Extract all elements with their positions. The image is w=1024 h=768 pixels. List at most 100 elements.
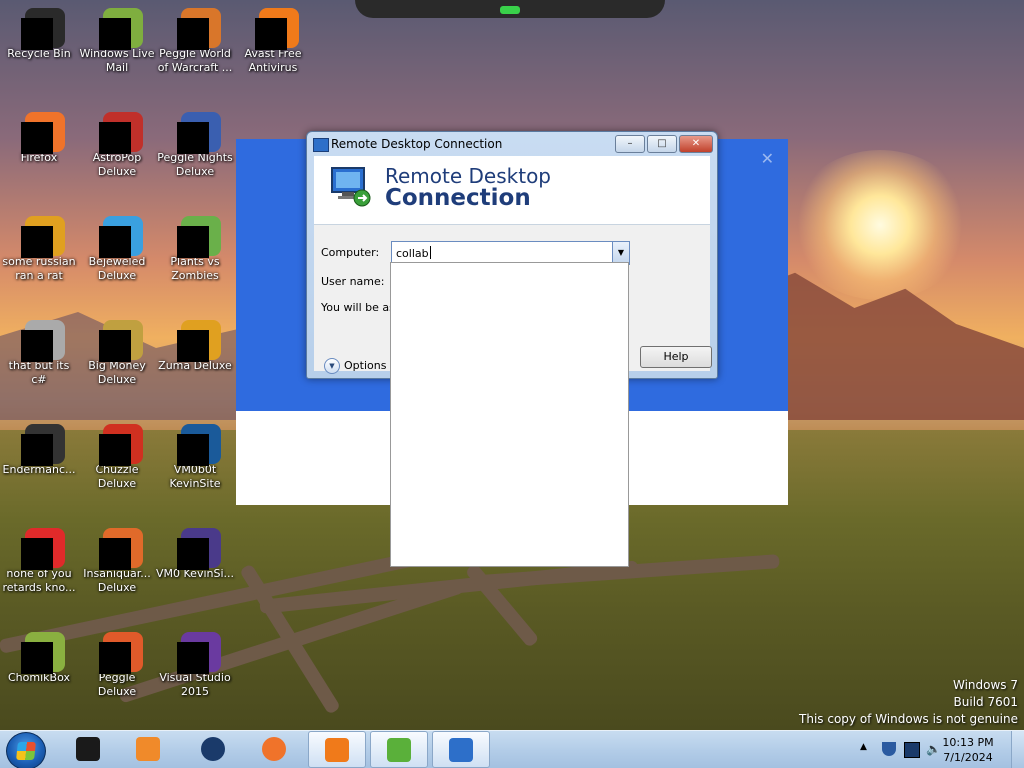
clock-date: 7/1/2024 — [943, 751, 993, 764]
desktop-icon[interactable]: Zuma Deluxe — [156, 314, 234, 373]
desktop-icon[interactable]: Insaniquar... Deluxe — [78, 522, 156, 595]
computer-input-value: collab — [396, 247, 429, 260]
bejeweled-icon — [99, 216, 143, 258]
desktop-icon-label: Plants vs Zombies — [170, 255, 220, 282]
close-button[interactable]: ✕ — [679, 135, 713, 153]
desktop-icon-label: some russian ran a rat — [2, 255, 76, 282]
genuine-notice: This copy of Windows is not genuine — [799, 712, 1018, 726]
maximize-button[interactable]: □ — [647, 135, 677, 153]
folder-icon — [21, 320, 65, 362]
desktop-icon[interactable]: AstroPop Deluxe — [78, 106, 156, 179]
desktop-icon-label: Big Money Deluxe — [88, 359, 146, 386]
firefox-icon — [21, 112, 65, 154]
desktop-icon[interactable]: Peggle Deluxe — [78, 626, 156, 699]
desktop-icon[interactable]: some russian ran a rat — [0, 210, 78, 283]
window-title: Remote Desktop Connection — [331, 137, 503, 151]
start-button[interactable] — [6, 732, 46, 768]
taskbar-item[interactable] — [308, 731, 366, 768]
desktop-icon-label: Insaniquar... Deluxe — [83, 567, 151, 594]
desktop-icon[interactable]: Endermanc... — [0, 418, 78, 477]
desktop-icon-label: AstroPop Deluxe — [92, 151, 142, 178]
taskbar-item[interactable] — [120, 731, 176, 768]
chevron-down-icon[interactable]: ▼ — [612, 242, 629, 264]
banner-title-line2: Connection — [385, 185, 531, 211]
install-icon — [387, 738, 411, 762]
desktop-icon-label: that but its c# — [8, 359, 70, 386]
taskbar-item[interactable] — [246, 731, 302, 768]
desktop-icon[interactable]: that but its c# — [0, 314, 78, 387]
windows-logo-icon — [16, 742, 36, 760]
globe-icon — [201, 737, 225, 761]
desktop-icon[interactable]: Avast Free Antivirus — [234, 2, 312, 75]
firefox-icon — [262, 737, 286, 761]
desktop-icon[interactable]: VM0 KevinSi... — [156, 522, 234, 581]
taskbar: ▲ 🔈 10:13 PM 7/1/2024 — [0, 730, 1024, 768]
astropop-icon — [99, 112, 143, 154]
desktop-icon[interactable]: Firefox — [0, 106, 78, 165]
desktop-icon[interactable]: Plants vs Zombies — [156, 210, 234, 283]
peggle-wow-icon — [177, 8, 221, 50]
computer-label: Computer: — [321, 246, 380, 259]
desktop-icon[interactable]: Windows Live Mail — [78, 2, 156, 75]
help-button[interactable]: Help — [640, 346, 712, 368]
vm-icon — [177, 424, 221, 466]
chuzzle-icon — [99, 424, 143, 466]
desktop-icon-label: Peggle Nights Deluxe — [157, 151, 233, 178]
insaniquarium-icon — [99, 528, 143, 570]
desktop-icon[interactable]: ChomikBox — [0, 626, 78, 685]
app-icon — [21, 528, 65, 570]
windows-version: Windows 7 — [952, 678, 1018, 692]
desktop-icon-label: none of you retards kno... — [2, 567, 76, 594]
taskbar-item[interactable] — [370, 731, 428, 768]
desktop-icon[interactable]: none of you retards kno... — [0, 522, 78, 595]
taskbar-item[interactable] — [185, 731, 241, 768]
zuma-icon — [177, 320, 221, 362]
recycle-bin-icon — [21, 8, 65, 50]
remote-desktop-icon — [313, 138, 329, 152]
desktop-icon-label: Avast Free Antivirus — [244, 47, 302, 74]
clock-time: 10:13 PM — [942, 736, 994, 749]
app-icon — [76, 737, 100, 761]
desktop-icon[interactable]: Visual Studio 2015 — [156, 626, 234, 699]
mail-icon — [99, 8, 143, 50]
options-toggle[interactable]: ▼ Options — [324, 358, 386, 374]
desktop-icon[interactable]: Chuzzle Deluxe — [78, 418, 156, 491]
app-icon — [21, 424, 65, 466]
remote-desktop-icon — [449, 738, 473, 762]
network-icon[interactable] — [904, 742, 920, 758]
desktop-icon[interactable]: Recycle Bin — [0, 2, 78, 61]
media-player-icon — [136, 737, 160, 761]
rdc-banner: Remote Desktop Connection — [314, 156, 710, 225]
visual-studio-icon — [177, 632, 221, 674]
desktop-icon-label: Chuzzle Deluxe — [95, 463, 139, 490]
desktop-icon[interactable]: Big Money Deluxe — [78, 314, 156, 387]
system-tray: ▲ 🔈 10:13 PM 7/1/2024 — [838, 731, 1024, 768]
peggle-icon — [99, 632, 143, 674]
computer-dropdown-list[interactable] — [390, 262, 629, 567]
desktop-icon[interactable]: Bejeweled Deluxe — [78, 210, 156, 283]
avast-icon — [325, 738, 349, 762]
desktop-icon-label: Peggle Deluxe — [97, 671, 137, 698]
desktop-icon[interactable]: Peggle Nights Deluxe — [156, 106, 234, 179]
clock[interactable]: 10:13 PM 7/1/2024 — [938, 735, 998, 765]
desktop-icon-label: Windows Live Mail — [79, 47, 155, 74]
chevron-down-icon: ▼ — [324, 358, 340, 374]
desktop-icon-label: Peggle World of Warcraft ... — [157, 47, 233, 74]
taskbar-item[interactable] — [432, 731, 490, 768]
bigmoney-icon — [99, 320, 143, 362]
windows-build: Build 7601 — [953, 695, 1018, 709]
desktop-icon[interactable]: Peggle World of Warcraft ... — [156, 2, 234, 75]
desktop-icon[interactable]: VM0b0t KevinSite — [156, 418, 234, 491]
vm-icon — [177, 528, 221, 570]
wallpaper-sun — [790, 150, 970, 300]
shield-icon[interactable] — [882, 742, 896, 756]
taskbar-item[interactable] — [60, 731, 116, 768]
desktop-icon-label: VM0b0t KevinSite — [169, 463, 221, 490]
show-desktop-button[interactable] — [1011, 731, 1024, 768]
chevron-up-icon[interactable]: ▲ — [860, 742, 874, 756]
desktop-icon-label: Bejeweled Deluxe — [88, 255, 146, 282]
close-icon[interactable]: ✕ — [761, 149, 774, 168]
minimize-button[interactable]: – — [615, 135, 645, 153]
username-label: User name: — [321, 275, 385, 288]
chomikbox-icon — [21, 632, 65, 674]
